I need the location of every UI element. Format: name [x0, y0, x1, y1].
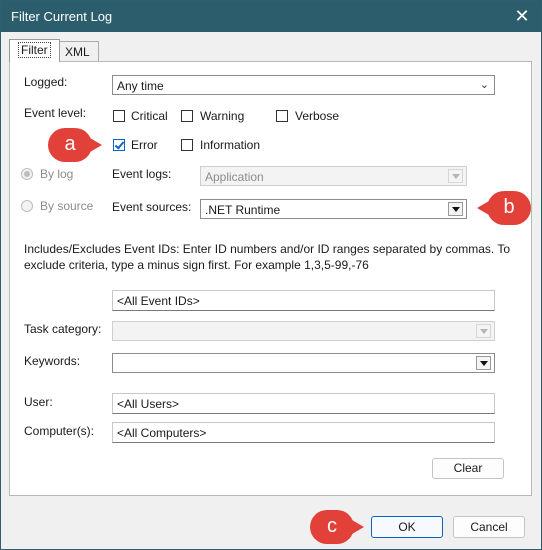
by-source-label: By source	[40, 199, 94, 213]
event-sources-value: .NET Runtime	[205, 203, 281, 217]
critical-checkbox[interactable]	[113, 110, 125, 122]
ok-button[interactable]: OK	[371, 516, 443, 538]
clear-button[interactable]: Clear	[432, 458, 504, 479]
event-sources-dropdown[interactable]: .NET Runtime	[200, 199, 467, 219]
dropdown-arrow-icon	[448, 169, 463, 183]
tab-xml-label: XML	[65, 45, 90, 59]
cancel-button[interactable]: Cancel	[453, 516, 525, 538]
tab-filter[interactable]: Filter	[9, 39, 60, 62]
window-title: Filter Current Log	[11, 9, 113, 24]
filter-dialog: Filter Current Log ✕ Filter XML Logged: …	[0, 0, 542, 550]
dropdown-arrow-icon	[448, 202, 463, 216]
logged-value: Any time	[117, 79, 164, 93]
event-logs-label: Event logs:	[112, 167, 172, 181]
warning-checkbox[interactable]	[181, 110, 193, 122]
filter-panel: Logged: Any time ⌄ Event level: Critical…	[9, 61, 532, 496]
close-icon[interactable]: ✕	[503, 1, 541, 32]
verbose-label: Verbose	[295, 109, 340, 123]
event-ids-value: <All Event IDs>	[117, 294, 200, 308]
task-category-label: Task category:	[24, 322, 102, 336]
task-category-dropdown[interactable]	[112, 321, 495, 341]
user-input[interactable]: <All Users>	[112, 393, 495, 414]
critical-label: Critical	[131, 109, 168, 123]
computers-value: <All Computers>	[117, 426, 207, 440]
information-checkbox[interactable]	[181, 139, 193, 151]
title-bar: Filter Current Log ✕	[1, 1, 541, 32]
warning-label: Warning	[200, 109, 245, 123]
tab-filter-label: Filter	[18, 42, 51, 58]
event-sources-label: Event sources:	[112, 200, 192, 214]
keywords-label: Keywords:	[24, 354, 81, 368]
user-value: <All Users>	[117, 397, 180, 411]
logged-label: Logged:	[24, 75, 68, 89]
by-source-radio[interactable]	[21, 200, 33, 212]
callout-b: b	[477, 191, 531, 225]
information-label: Information	[200, 138, 261, 152]
chevron-down-icon: ⌄	[479, 79, 489, 91]
tab-xml[interactable]: XML	[56, 41, 99, 62]
callout-a: a	[48, 128, 102, 162]
event-ids-input[interactable]: <All Event IDs>	[112, 290, 495, 311]
event-logs-value: Application	[205, 170, 264, 184]
computers-input[interactable]: <All Computers>	[112, 422, 495, 443]
by-log-radio[interactable]	[21, 168, 33, 180]
dropdown-arrow-icon	[476, 324, 491, 338]
computers-label: Computer(s):	[24, 424, 95, 438]
event-ids-description: Includes/Excludes Event IDs: Enter ID nu…	[24, 242, 511, 272]
callout-c: c	[310, 510, 364, 544]
by-log-label: By log	[40, 167, 74, 181]
error-label: Error	[131, 138, 158, 152]
error-checkbox[interactable]	[113, 139, 125, 151]
logged-dropdown[interactable]: Any time ⌄	[112, 75, 495, 95]
verbose-checkbox[interactable]	[276, 110, 288, 122]
dropdown-arrow-icon	[476, 356, 491, 370]
event-logs-dropdown[interactable]: Application	[200, 166, 467, 186]
user-label: User:	[24, 395, 53, 409]
event-level-label: Event level:	[24, 106, 87, 120]
keywords-dropdown[interactable]	[112, 353, 495, 373]
